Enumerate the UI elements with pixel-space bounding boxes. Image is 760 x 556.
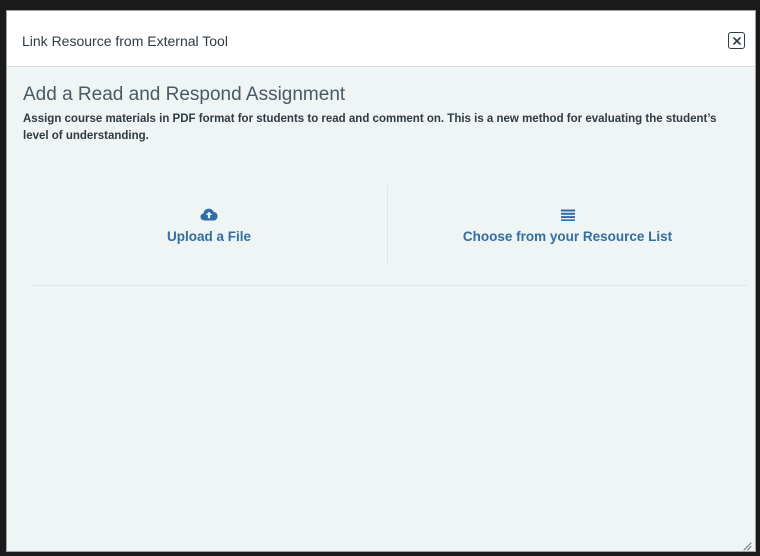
dialog-title: Link Resource from External Tool xyxy=(22,33,228,49)
section-divider xyxy=(31,285,747,286)
option-row: Upload a File Choose from your Resource … xyxy=(31,185,747,265)
dialog-body: Add a Read and Respond Assignment Assign… xyxy=(7,67,755,551)
upload-file-label: Upload a File xyxy=(166,228,251,244)
close-icon xyxy=(732,36,741,45)
upload-file-button[interactable]: Upload a File xyxy=(31,185,387,265)
choose-resource-list-button[interactable]: Choose from your Resource List xyxy=(388,185,747,265)
choose-resource-list-label: Choose from your Resource List xyxy=(462,228,673,244)
resize-handle[interactable] xyxy=(742,538,752,551)
close-button[interactable] xyxy=(728,32,745,49)
dialog-header: Link Resource from External Tool xyxy=(7,11,755,67)
page-description: Assign course materials in PDF format fo… xyxy=(23,113,717,142)
list-icon xyxy=(560,207,575,223)
resize-grip-icon xyxy=(743,542,752,551)
dialog-window: Link Resource from External Tool Add a R… xyxy=(6,10,756,552)
cloud-upload-icon xyxy=(200,207,218,223)
page-heading: Add a Read and Respond Assignment xyxy=(23,84,346,105)
